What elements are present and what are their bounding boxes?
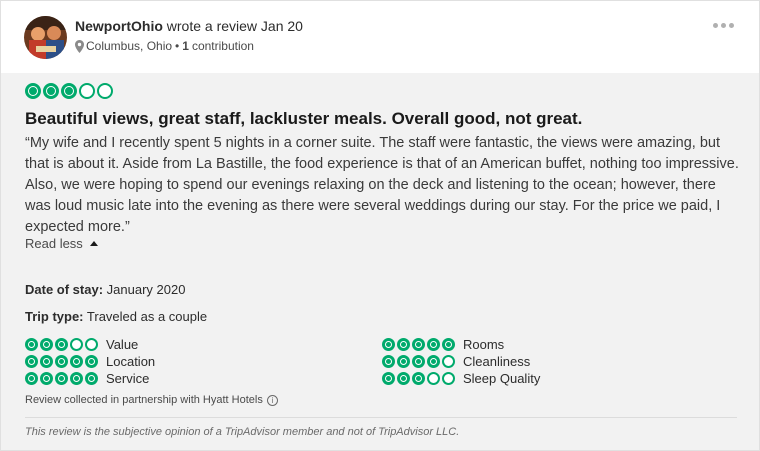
- reviewer-location: Columbus, Ohio: [86, 39, 173, 53]
- bubble-filled-icon: [412, 338, 425, 351]
- bubble-filled-icon: [55, 372, 68, 385]
- contributions-count: 1: [182, 39, 189, 53]
- sub-rating-sleep-quality: Sleep Quality: [382, 371, 540, 386]
- read-less-button[interactable]: Read less: [25, 236, 98, 251]
- bubble-filled-icon: [55, 355, 68, 368]
- bubble-empty-icon: [442, 372, 455, 385]
- bubble-empty-icon: [97, 83, 113, 99]
- bubble-filled-icon: [43, 83, 59, 99]
- read-less-label: Read less: [25, 236, 83, 251]
- bubble-filled-icon: [25, 83, 41, 99]
- partnership-note: Review collected in partnership with Hya…: [25, 394, 278, 406]
- overall-rating: [25, 83, 113, 99]
- bubble-filled-icon: [382, 338, 395, 351]
- more-dot: [721, 22, 726, 28]
- trip-type-value: Traveled as a couple: [86, 309, 208, 324]
- disclaimer: This review is the subjective opinion of…: [25, 426, 460, 438]
- meta-separator: •: [175, 39, 180, 53]
- bubble-filled-icon: [25, 372, 38, 385]
- sub-rating-value: Value: [25, 337, 138, 352]
- review-action: wrote a review Jan 20: [166, 18, 303, 34]
- bubble-filled-icon: [55, 338, 68, 351]
- bubble-filled-icon: [70, 372, 83, 385]
- bubble-filled-icon: [25, 355, 38, 368]
- caret-up-icon: [89, 240, 98, 246]
- sub-rating-label: Rooms: [463, 337, 505, 352]
- sub-rating-label: Location: [106, 354, 156, 369]
- contributions-label: contribution: [191, 39, 254, 53]
- review-body: Beautiful views, great staff, lackluster…: [1, 73, 759, 450]
- more-dot: [729, 22, 734, 28]
- sub-rating-bubbles: [25, 372, 98, 385]
- date-of-stay: Date of stay: January 2020: [25, 282, 185, 297]
- bubble-filled-icon: [25, 338, 38, 351]
- bubble-filled-icon: [427, 355, 440, 368]
- reviewer-meta: Columbus, Ohio • 1 contribution: [75, 38, 254, 54]
- author-line: NewportOhio wrote a review Jan 20: [75, 16, 303, 36]
- bubble-filled-icon: [85, 372, 98, 385]
- sub-rating-bubbles: [382, 338, 455, 351]
- review-title[interactable]: Beautiful views, great staff, lackluster…: [25, 108, 582, 130]
- bubble-filled-icon: [40, 355, 53, 368]
- sub-rating-label: Cleanliness: [463, 354, 531, 369]
- sub-rating-rooms: Rooms: [382, 337, 504, 352]
- trip-type: Trip type: Traveled as a couple: [25, 309, 207, 324]
- bubble-filled-icon: [397, 355, 410, 368]
- info-icon[interactable]: i: [266, 394, 278, 406]
- bubble-empty-icon: [427, 372, 440, 385]
- reviewer-name[interactable]: NewportOhio: [75, 18, 163, 34]
- sub-rating-label: Service: [106, 371, 150, 386]
- date-of-stay-label: Date of stay:: [25, 282, 104, 297]
- bubble-empty-icon: [85, 338, 98, 351]
- sub-rating-location: Location: [25, 354, 155, 369]
- bubble-filled-icon: [382, 355, 395, 368]
- bubble-filled-icon: [397, 372, 410, 385]
- more-options-icon[interactable]: [713, 19, 735, 31]
- bubble-empty-icon: [79, 83, 95, 99]
- sub-rating-bubbles: [25, 338, 98, 351]
- sub-rating-bubbles: [382, 372, 455, 385]
- sub-rating-label: Value: [106, 337, 139, 352]
- sub-rating-service: Service: [25, 371, 149, 386]
- review-card: NewportOhio wrote a review Jan 20 Columb…: [0, 0, 760, 451]
- bubble-filled-icon: [40, 338, 53, 351]
- bubble-empty-icon: [70, 338, 83, 351]
- date-of-stay-value: January 2020: [106, 282, 186, 297]
- partnership-text: Review collected in partnership with Hya…: [25, 394, 263, 406]
- sub-rating-cleanliness: Cleanliness: [382, 354, 530, 369]
- bubble-empty-icon: [442, 355, 455, 368]
- review-header: NewportOhio wrote a review Jan 20 Columb…: [1, 1, 759, 73]
- trip-type-label: Trip type:: [25, 309, 84, 324]
- sub-rating-bubbles: [382, 355, 455, 368]
- more-dot: [713, 22, 718, 28]
- bubble-filled-icon: [61, 83, 77, 99]
- bubble-filled-icon: [382, 372, 395, 385]
- bubble-filled-icon: [40, 372, 53, 385]
- bubble-filled-icon: [85, 355, 98, 368]
- review-text: “My wife and I recently spent 5 nights i…: [25, 135, 739, 235]
- bubble-filled-icon: [427, 338, 440, 351]
- avatar[interactable]: [24, 16, 67, 59]
- divider: [25, 417, 737, 418]
- sub-rating-label: Sleep Quality: [463, 371, 541, 386]
- bubble-filled-icon: [412, 355, 425, 368]
- bubble-filled-icon: [412, 372, 425, 385]
- sub-rating-bubbles: [25, 355, 98, 368]
- avatar-image: [24, 16, 67, 59]
- bubble-filled-icon: [442, 338, 455, 351]
- bubble-filled-icon: [70, 355, 83, 368]
- bubble-filled-icon: [397, 338, 410, 351]
- map-pin-icon: [75, 39, 84, 53]
